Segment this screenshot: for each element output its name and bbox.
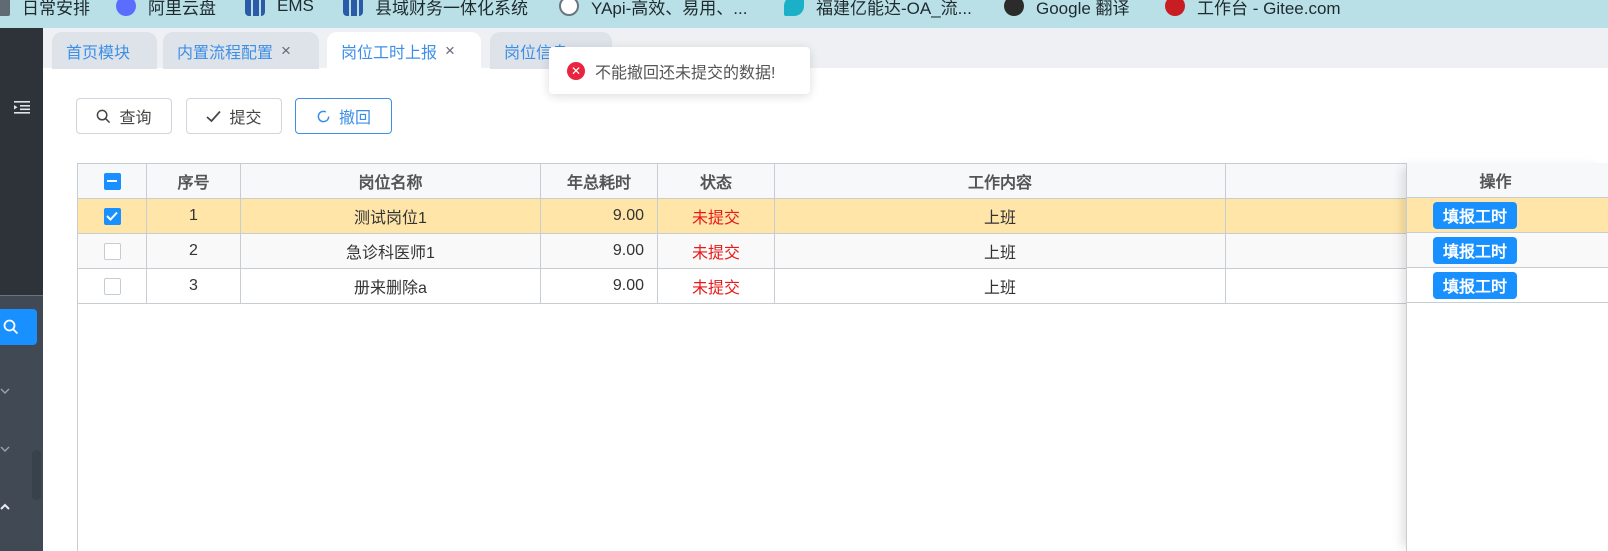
column-header-hours[interactable]: 年总耗时 — [541, 164, 658, 198]
bookmark-gitee[interactable]: 工作台 - Gitee.com — [1165, 0, 1341, 19]
fill-hours-button[interactable]: 填报工时 — [1433, 236, 1517, 264]
tab-home[interactable]: 首页模块 — [52, 32, 157, 69]
chevron-down-icon[interactable] — [0, 386, 12, 398]
check-icon — [206, 110, 222, 122]
cell-no: 2 — [147, 234, 241, 268]
tab-label: 内置流程配置 — [177, 44, 274, 62]
sidebar-scrollbar[interactable] — [32, 450, 41, 500]
sidebar-search-button[interactable] — [0, 309, 37, 345]
bookmark-label: 工作台 - Gitee.com — [1197, 0, 1341, 18]
finance-icon — [343, 0, 363, 16]
bookmark-label: 阿里云盘 — [148, 0, 216, 18]
row-select-cell — [78, 234, 147, 268]
tab-post-hours-report[interactable]: 岗位工时上报 × — [327, 32, 481, 70]
bookmark-yapi[interactable]: YApi-高效、易用、... — [559, 0, 747, 19]
cell-name: 急诊科医师1 — [241, 234, 541, 268]
bookmark-google-translate[interactable]: Google 翻译 — [1004, 0, 1130, 19]
bookmark-label: 日常安排 — [22, 0, 90, 18]
cell-status: 未提交 — [658, 199, 775, 233]
chevron-up-icon[interactable] — [0, 500, 10, 514]
revoke-button[interactable]: 撤回 — [295, 98, 392, 134]
ems-icon — [245, 0, 265, 16]
bookmark-finance[interactable]: 县域财务一体化系统 — [343, 0, 528, 19]
cell-content: 上班 — [775, 269, 1226, 303]
cell-name: 测试岗位1 — [241, 199, 541, 233]
table-header-row: 序号 岗位名称 年总耗时 状态 工作内容 — [78, 164, 1608, 199]
error-icon: ✕ — [567, 61, 585, 80]
cell-no: 1 — [147, 199, 241, 233]
column-header-empty — [1226, 164, 1407, 198]
query-button[interactable]: 查询 — [76, 98, 172, 134]
google-translate-icon — [1004, 0, 1024, 16]
column-header-action: 操作 — [1407, 163, 1608, 198]
cell-name: 册来删除a — [241, 269, 541, 303]
menu-collapse-icon[interactable] — [14, 100, 30, 114]
row-select-cell — [78, 199, 147, 233]
bookmark-label: YApi-高效、易用、... — [591, 0, 748, 18]
row-checkbox[interactable] — [103, 242, 121, 260]
submit-button[interactable]: 提交 — [186, 98, 282, 134]
cell-status: 未提交 — [658, 269, 775, 303]
fill-hours-button[interactable]: 填报工时 — [1433, 201, 1517, 229]
submit-label: 提交 — [229, 110, 262, 127]
select-all-checkbox[interactable] — [103, 172, 121, 190]
folder-icon — [0, 0, 10, 16]
chevron-down-icon[interactable] — [0, 444, 12, 456]
cell-hours: 9.00 — [541, 234, 658, 268]
data-table: 序号 岗位名称 年总耗时 状态 工作内容 1 测试岗位1 9.00 未提交 上班… — [77, 163, 1608, 551]
table-row[interactable]: 3 册来删除a 9.00 未提交 上班 — [78, 269, 1608, 304]
bookmark-ems[interactable]: EMS — [245, 0, 314, 19]
cell-empty — [1226, 269, 1407, 303]
revoke-label: 撤回 — [338, 110, 371, 127]
bookmark-label: Google 翻译 — [1036, 0, 1130, 18]
table-row[interactable]: 2 急诊科医师1 9.00 未提交 上班 — [78, 234, 1608, 269]
bookmark-label: 县域财务一体化系统 — [375, 0, 528, 18]
bookmark-oa[interactable]: 福建亿能达-OA_流... — [784, 0, 972, 19]
column-header-no[interactable]: 序号 — [147, 164, 241, 198]
action-cell: 填报工时 — [1407, 268, 1608, 303]
table-row[interactable]: 1 测试岗位1 9.00 未提交 上班 — [78, 199, 1608, 234]
tab-bar: 首页模块 内置流程配置 × 岗位工时上报 × 岗位信息 — [43, 28, 1608, 70]
row-checkbox[interactable] — [103, 207, 121, 225]
tab-label: 首页模块 — [66, 44, 131, 62]
bookmark-label: 福建亿能达-OA_流... — [816, 0, 972, 18]
column-header-status[interactable]: 状态 — [658, 164, 775, 198]
cell-status: 未提交 — [658, 234, 775, 268]
cloud-icon — [116, 0, 136, 16]
query-label: 查询 — [119, 110, 152, 127]
sidebar — [0, 28, 43, 551]
error-toast: ✕ 不能撤回还未提交的数据! — [549, 47, 810, 94]
bookmark-aliyun-drive[interactable]: 阿里云盘 — [116, 0, 216, 19]
row-select-cell — [78, 269, 147, 303]
bookmark-label: EMS — [277, 0, 314, 15]
bookmark-daily[interactable]: 日常安排 — [0, 0, 90, 19]
cell-empty — [1226, 234, 1407, 268]
close-icon[interactable]: × — [445, 41, 455, 61]
cell-hours: 9.00 — [541, 199, 658, 233]
tab-label: 岗位工时上报 — [341, 45, 438, 62]
column-header-content[interactable]: 工作内容 — [775, 164, 1226, 198]
gitee-icon — [1165, 0, 1185, 16]
column-header-name[interactable]: 岗位名称 — [241, 164, 541, 198]
tab-process-config[interactable]: 内置流程配置 × — [163, 32, 319, 69]
cell-empty — [1226, 199, 1407, 233]
toast-message: 不能撤回还未提交的数据! — [595, 64, 776, 82]
refresh-icon — [317, 110, 330, 122]
close-icon[interactable]: × — [281, 41, 291, 61]
action-cell: 填报工时 — [1407, 233, 1608, 268]
bookmarks-bar: 日常安排 阿里云盘 EMS 县域财务一体化系统 YApi-高效、易用、... 福… — [0, 0, 1608, 28]
fill-hours-button[interactable]: 填报工时 — [1433, 271, 1517, 299]
search-icon — [3, 319, 19, 335]
row-checkbox[interactable] — [103, 277, 121, 295]
cell-no: 3 — [147, 269, 241, 303]
cell-hours: 9.00 — [541, 269, 658, 303]
cell-content: 上班 — [775, 199, 1226, 233]
cell-content: 上班 — [775, 234, 1226, 268]
fixed-action-column: 操作 填报工时 填报工时 填报工时 — [1406, 163, 1608, 551]
oa-icon — [784, 0, 804, 16]
search-icon — [97, 109, 111, 123]
action-cell: 填报工时 — [1407, 198, 1608, 233]
select-all-cell — [78, 164, 147, 198]
yapi-icon — [559, 0, 579, 16]
